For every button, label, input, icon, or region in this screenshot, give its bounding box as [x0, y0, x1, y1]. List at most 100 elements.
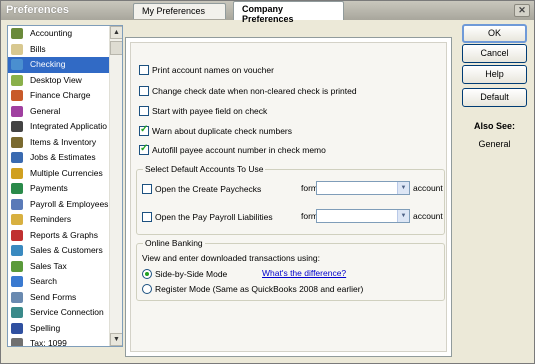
checkbox-label: Open the Create Paychecks [155, 184, 262, 194]
radio-icon[interactable] [142, 269, 152, 279]
checkbox-icon[interactable] [139, 86, 149, 96]
sidebar-item-desktop-view[interactable]: Desktop View [8, 73, 110, 89]
preferences-window: Preferences ✕ Accounting Bills Checking Des… [0, 0, 535, 364]
spelling-icon [11, 322, 23, 334]
sidebar-item-service-connection[interactable]: Service Connection [8, 305, 110, 321]
close-button[interactable]: ✕ [514, 4, 530, 17]
group-title: Select Default Accounts To Use [143, 164, 266, 174]
sidebar-item-search[interactable]: Search [8, 274, 110, 290]
sales-customers-icon [11, 245, 23, 256]
category-items: Accounting Bills Checking Desktop View Finan… [8, 26, 110, 346]
sidebar-item-jobs-estimates[interactable]: Jobs & Estimates [8, 150, 110, 166]
sidebar-item-reminders[interactable]: Reminders [8, 212, 110, 228]
finance-charge-icon [11, 90, 23, 101]
sidebar-item-payroll-employees[interactable]: Payroll & Employees [8, 197, 110, 213]
multiple-currencies-icon [11, 167, 23, 179]
sidebar-item-multiple-currencies[interactable]: Multiple Currencies [8, 166, 110, 182]
whats-the-difference-link[interactable]: What's the difference? [262, 268, 346, 278]
sidebar-item-label: Bills [30, 43, 46, 54]
checking-icon [11, 59, 23, 70]
integrated-apps-icon [11, 121, 23, 132]
sidebar-item-sales-customers[interactable]: Sales & Customers [8, 243, 110, 259]
print-account-names-checkbox[interactable]: Print account names on voucher [139, 64, 274, 76]
tax-1099-icon [11, 338, 23, 346]
items-inventory-icon [11, 136, 23, 148]
sidebar-scrollbar[interactable]: ▲ ▼ [109, 26, 122, 346]
service-connection-icon [11, 307, 23, 318]
checkbox-icon[interactable] [139, 143, 149, 155]
sidebar-item-items-inventory[interactable]: Items & Inventory [8, 135, 110, 151]
jobs-estimates-icon [11, 152, 23, 163]
pay-payroll-liabilities-checkbox[interactable]: Open the Pay Payroll Liabilities [142, 211, 273, 223]
payments-icon [11, 183, 23, 194]
paychecks-account-select[interactable]: ▼ [316, 181, 410, 195]
scroll-up-icon[interactable]: ▲ [110, 26, 122, 39]
sidebar-item-send-forms[interactable]: Send Forms [8, 290, 110, 306]
sidebar-item-label: Checking [30, 59, 66, 69]
sidebar-item-label: Reports & Graphs [30, 229, 99, 240]
account-label: account [413, 183, 443, 193]
sidebar-item-spelling[interactable]: Spelling [8, 321, 110, 337]
default-button[interactable]: Default [462, 88, 527, 107]
reminders-icon [11, 214, 23, 225]
cancel-button[interactable]: Cancel [462, 44, 527, 63]
sidebar-item-checking[interactable]: Checking [8, 57, 110, 73]
sidebar-item-general[interactable]: General [8, 104, 110, 120]
scroll-thumb[interactable] [110, 41, 122, 55]
warn-duplicate-checkbox[interactable]: Warn about duplicate check numbers [139, 124, 292, 137]
panel-content: Print account names on voucher Change ch… [130, 42, 447, 352]
start-with-payee-checkbox[interactable]: Start with payee field on check [139, 105, 267, 117]
sidebar-item-finance-charge[interactable]: Finance Charge [8, 88, 110, 104]
sidebar-item-tax-1099[interactable]: Tax: 1099 [8, 336, 110, 346]
desktop-view-icon [11, 74, 23, 86]
sidebar-item-bills[interactable]: Bills [8, 42, 110, 58]
radio-label: Register Mode (Same as QuickBooks 2008 a… [155, 284, 364, 294]
sidebar-item-label: General [30, 105, 61, 116]
also-see-general-link[interactable]: General [462, 139, 527, 149]
checkbox-icon[interactable] [139, 124, 149, 136]
change-check-date-checkbox[interactable]: Change check date when non-cleared check… [139, 85, 357, 97]
scroll-down-icon[interactable]: ▼ [110, 333, 122, 346]
also-see-heading: Also See: [473, 121, 515, 131]
default-accounts-group: Select Default Accounts To Use Open the … [136, 164, 445, 235]
online-banking-group: Online Banking View and enter downloaded… [136, 238, 445, 301]
tab-company-preferences[interactable]: Company Preferences [233, 1, 344, 24]
create-paychecks-checkbox[interactable]: Open the Create Paychecks [142, 183, 261, 195]
search-icon [11, 276, 23, 287]
sidebar-item-reports-graphs[interactable]: Reports & Graphs [8, 228, 110, 244]
general-icon [11, 105, 23, 117]
sidebar-item-accounting[interactable]: Accounting [8, 26, 110, 42]
checkbox-label: Start with payee field on check [152, 106, 268, 116]
reports-graphs-icon [11, 229, 23, 241]
accounting-icon [11, 28, 23, 39]
sidebar-item-label: Reminders [30, 214, 72, 224]
autofill-payee-checkbox[interactable]: Autofill payee account number in check m… [139, 143, 326, 156]
sidebar-item-label: Desktop View [30, 74, 82, 85]
side-by-side-mode-radio[interactable]: Side-by-Side Mode [142, 268, 227, 280]
bills-icon [11, 43, 23, 55]
sidebar-item-integrated-applicatio[interactable]: Integrated Applicatio [8, 119, 110, 135]
tab-my-preferences[interactable]: My Preferences [133, 3, 226, 19]
sidebar-item-label: Sales & Customers [30, 245, 103, 255]
checkbox-icon[interactable] [139, 106, 149, 116]
sidebar-item-label: Accounting [30, 28, 73, 38]
sidebar-item-label: Integrated Applicatio [30, 121, 108, 131]
checkbox-label: Print account names on voucher [152, 65, 274, 75]
chevron-down-icon[interactable]: ▼ [397, 210, 409, 222]
help-button[interactable]: Help [462, 65, 527, 84]
checkbox-icon[interactable] [139, 65, 149, 75]
chevron-down-icon[interactable]: ▼ [397, 182, 409, 194]
radio-icon[interactable] [142, 284, 152, 294]
sidebar-item-payments[interactable]: Payments [8, 181, 110, 197]
checkbox-icon[interactable] [142, 212, 152, 222]
payroll-liabilities-account-select[interactable]: ▼ [316, 209, 410, 223]
register-mode-radio[interactable]: Register Mode (Same as QuickBooks 2008 a… [142, 283, 363, 295]
ok-button[interactable]: OK [462, 24, 527, 43]
sales-tax-icon [11, 260, 23, 272]
sidebar-item-label: Send Forms [30, 291, 77, 302]
send-forms-icon [11, 291, 23, 303]
checkbox-icon[interactable] [142, 184, 152, 194]
sidebar-item-label: Sales Tax [30, 260, 67, 271]
sidebar-item-label: Jobs & Estimates [30, 152, 96, 162]
sidebar-item-sales-tax[interactable]: Sales Tax [8, 259, 110, 275]
